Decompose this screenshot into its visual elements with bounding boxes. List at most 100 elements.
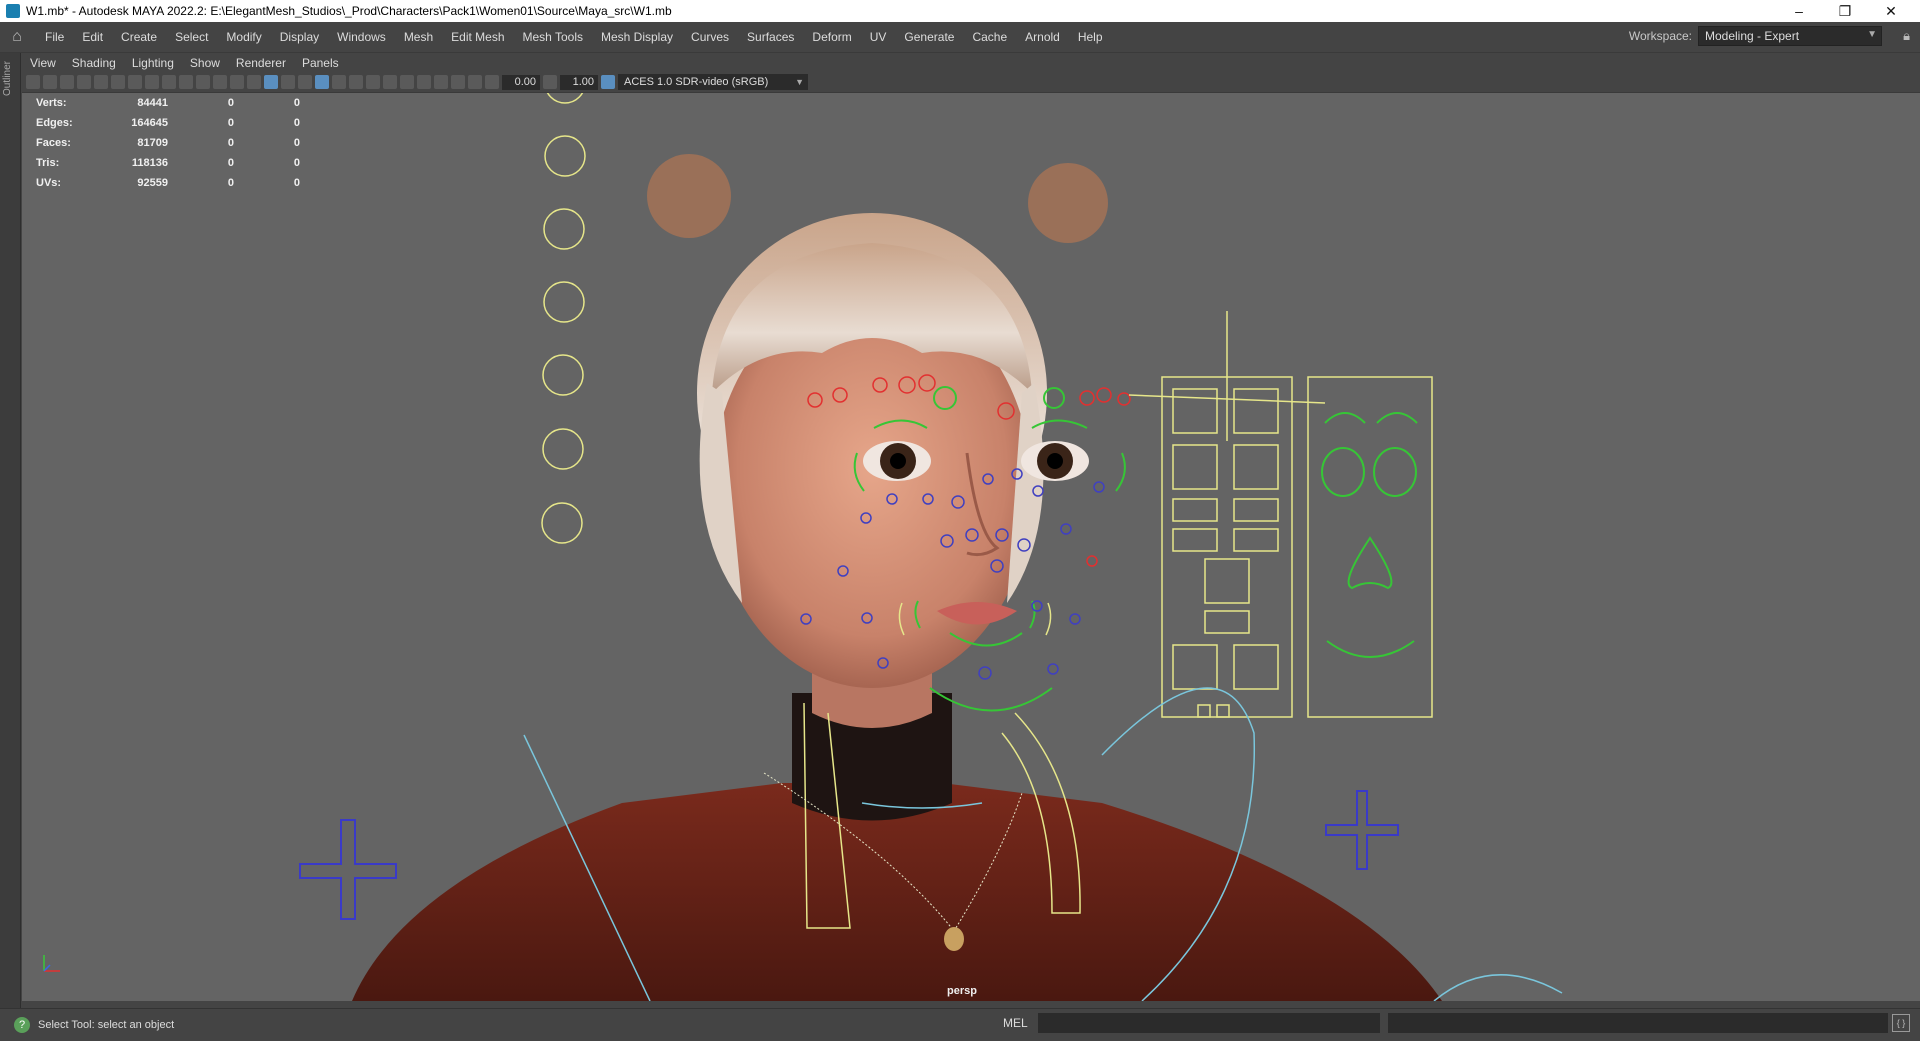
panel-menu-bar: View Shading Lighting Show Renderer Pane… [22, 53, 1920, 73]
hud-row: UVs: 92559 0 0 [36, 173, 300, 193]
menu-create[interactable]: Create [112, 22, 166, 52]
menu-edit-mesh[interactable]: Edit Mesh [442, 22, 513, 52]
mel-label[interactable]: MEL [1003, 1016, 1028, 1030]
workspace-selector: Workspace: Modeling - Expert ▼ [1629, 26, 1882, 46]
default-material-icon[interactable] [281, 75, 295, 89]
hud-value: 0 [227, 117, 234, 129]
menu-cache[interactable]: Cache [963, 22, 1016, 52]
exposure-field[interactable]: 0.00 [502, 74, 540, 90]
pupil-right [1047, 453, 1063, 469]
isolate-select-icon[interactable] [417, 75, 431, 89]
grid-icon[interactable] [128, 75, 142, 89]
menu-select[interactable]: Select [166, 22, 217, 52]
image-plane-icon[interactable] [77, 75, 91, 89]
script-editor-icon[interactable]: { } [1892, 1014, 1910, 1032]
menu-generate[interactable]: Generate [895, 22, 963, 52]
workspace-value: Modeling - Expert [1705, 29, 1800, 43]
safe-title-icon[interactable] [230, 75, 244, 89]
hud-label: Edges: [36, 117, 73, 129]
menu-edit[interactable]: Edit [73, 22, 112, 52]
exposure-icon[interactable] [485, 75, 499, 89]
smooth-shade-icon[interactable] [264, 75, 278, 89]
field-chart-icon[interactable] [196, 75, 210, 89]
hud-value: 0 [293, 117, 300, 129]
close-button[interactable]: ✕ [1868, 0, 1914, 22]
xray-icon[interactable] [434, 75, 448, 89]
hud-value: 0 [293, 97, 300, 109]
menu-surfaces[interactable]: Surfaces [738, 22, 803, 52]
arm-curve [1433, 974, 1563, 1001]
menu-file[interactable]: File [36, 22, 73, 52]
menu-mesh-display[interactable]: Mesh Display [592, 22, 682, 52]
safe-action-icon[interactable] [213, 75, 227, 89]
minimize-button[interactable]: – [1776, 0, 1822, 22]
textured-icon[interactable] [315, 75, 329, 89]
motion-blur-icon[interactable] [383, 75, 397, 89]
color-space-dropdown[interactable]: ACES 1.0 SDR-video (sRGB) ▼ [618, 74, 808, 90]
maximize-button[interactable]: ❐ [1822, 0, 1868, 22]
hud-value: 81709 [137, 137, 168, 149]
home-icon[interactable]: ⌂ [6, 26, 28, 48]
anti-aliasing-icon[interactable] [400, 75, 414, 89]
gamma-field[interactable]: 1.00 [560, 74, 598, 90]
film-gate-icon[interactable] [145, 75, 159, 89]
panel-menu-show[interactable]: Show [182, 56, 228, 70]
lock-icon[interactable]: 🔒︎ [1903, 28, 1910, 44]
menu-arnold[interactable]: Arnold [1016, 22, 1069, 52]
wireframe-on-shaded-icon[interactable] [298, 75, 312, 89]
menu-modify[interactable]: Modify [217, 22, 270, 52]
hud-value: 84441 [137, 97, 168, 109]
gamma-icon[interactable] [543, 75, 557, 89]
hud-value: 0 [293, 177, 300, 189]
panel-menu-lighting[interactable]: Lighting [124, 56, 182, 70]
outliner-tab[interactable]: Outliner [2, 61, 13, 96]
face-ui-panel-left [1128, 311, 1326, 718]
camera-select-icon[interactable] [26, 75, 40, 89]
hud-value: 164645 [131, 117, 168, 129]
hair-bun-left [647, 154, 731, 238]
hud-value: 0 [227, 177, 234, 189]
resolution-gate-icon[interactable] [162, 75, 176, 89]
panel-menu-shading[interactable]: Shading [64, 56, 124, 70]
xray-joints-icon[interactable] [451, 75, 465, 89]
viewport-toolbar: 0.00 1.00 ACES 1.0 SDR-video (sRGB) ▼ [22, 73, 1006, 91]
hud-value: 92559 [137, 177, 168, 189]
menu-display[interactable]: Display [271, 22, 328, 52]
menu-help[interactable]: Help [1069, 22, 1112, 52]
panel-menu-panels[interactable]: Panels [294, 56, 347, 70]
hud-label: Tris: [36, 157, 60, 169]
cross-ctrl-left [299, 819, 397, 920]
xray-active-icon[interactable] [468, 75, 482, 89]
wireframe-icon[interactable] [247, 75, 261, 89]
menu-deform[interactable]: Deform [803, 22, 860, 52]
ambient-occlusion-icon[interactable] [366, 75, 380, 89]
color-management-icon[interactable] [601, 75, 615, 89]
camera-attributes-icon[interactable] [43, 75, 57, 89]
window-title: W1.mb* - Autodesk MAYA 2022.2: E:\Elegan… [26, 4, 672, 18]
menu-uv[interactable]: UV [861, 22, 896, 52]
menu-windows[interactable]: Windows [328, 22, 395, 52]
bookmark-icon[interactable] [60, 75, 74, 89]
maya-logo-icon [6, 4, 20, 18]
chevron-down-icon: ▼ [795, 77, 804, 87]
menu-curves[interactable]: Curves [682, 22, 738, 52]
viewport-persp[interactable]: Verts: 84441 0 0 Edges: 164645 0 0 Faces: 81709… [22, 92, 1920, 1001]
use-all-lights-icon[interactable] [332, 75, 346, 89]
gate-mask-icon[interactable] [179, 75, 193, 89]
menu-mesh-tools[interactable]: Mesh Tools [514, 22, 592, 52]
2d-pan-zoom-icon[interactable] [94, 75, 108, 89]
shadows-icon[interactable] [349, 75, 363, 89]
hud-value: 0 [227, 157, 234, 169]
menu-mesh[interactable]: Mesh [395, 22, 442, 52]
command-line-input[interactable] [1038, 1013, 1380, 1033]
hud-value: 0 [293, 157, 300, 169]
panel-menu-view[interactable]: View [22, 56, 64, 70]
panel-menu-renderer[interactable]: Renderer [228, 56, 294, 70]
hair-bun-right [1028, 163, 1108, 243]
hud-value: 0 [227, 97, 234, 109]
workspace-dropdown[interactable]: Modeling - Expert ▼ [1698, 26, 1882, 46]
hud-row: Verts: 84441 0 0 [36, 93, 300, 113]
grease-pencil-icon[interactable] [111, 75, 125, 89]
help-line-text: Select Tool: select an object [38, 1019, 175, 1031]
face-ui-panel-right [1307, 376, 1433, 718]
